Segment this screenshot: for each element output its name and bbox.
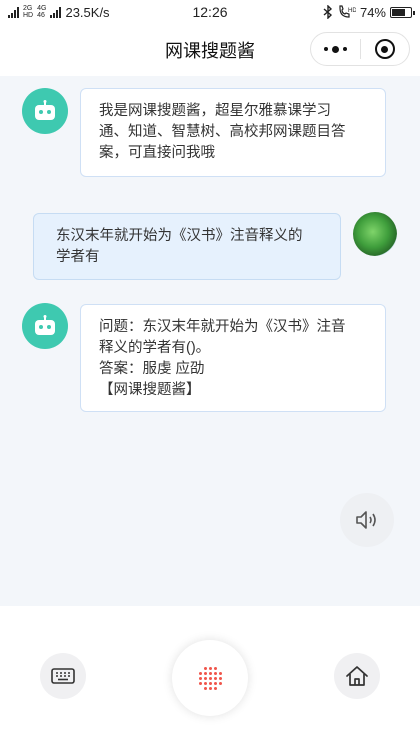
- battery-icon: [390, 6, 415, 18]
- keyboard-button[interactable]: [40, 653, 86, 699]
- robot-icon: [35, 315, 55, 335]
- bluetooth-icon: [323, 5, 332, 19]
- user-message-bubble: 东汉末年就开始为《汉书》注音释义的 学者有: [33, 213, 341, 280]
- target-circle-icon: [374, 39, 395, 59]
- bot-answer-bubble: 问题：东汉末年就开始为《汉书》注音 释义的学者有()。 答案：服虔 应劭 【网课…: [80, 304, 386, 412]
- more-dots-icon: [323, 45, 347, 53]
- page-title: 网课搜题酱: [165, 41, 255, 61]
- status-left: 2G HD 4G 46 23.5K/s: [8, 5, 110, 20]
- keyboard-icon: [51, 668, 75, 684]
- signal-strength-icon-2: [50, 6, 62, 18]
- network-speed: 23.5K/s: [65, 4, 110, 20]
- user-avatar: [353, 212, 397, 256]
- status-bar: 2G HD 4G 46 23.5K/s 12:26 HD 74%: [0, 0, 420, 24]
- speaker-button[interactable]: [340, 493, 394, 547]
- bot-avatar: [22, 88, 68, 134]
- speaker-icon: [356, 511, 376, 529]
- hd-call-icon: HD: [339, 5, 356, 18]
- battery-percent: 74%: [359, 4, 386, 20]
- status-right: HD 74%: [322, 4, 415, 20]
- bot-message-text: 我是网课搜题酱，超星尔雅慕课学习 通、知道、智慧树、高校邦网课题目答 案，可直接…: [99, 103, 346, 161]
- mini-program-capsule: [310, 32, 410, 66]
- voice-dots-icon: [198, 666, 222, 690]
- network-type: 2G HD: [23, 5, 34, 19]
- close-mini-program-button[interactable]: [361, 33, 410, 65]
- robot-icon: [35, 100, 55, 120]
- bottom-toolbar: [0, 606, 420, 747]
- bot-avatar: [22, 303, 68, 349]
- svg-text:HD: HD: [348, 8, 356, 14]
- home-icon: [346, 666, 368, 686]
- user-message-text: 东汉末年就开始为《汉书》注音释义的 学者有: [56, 228, 303, 265]
- bot-answer-text: 问题：东汉末年就开始为《汉书》注音 释义的学者有()。 答案：服虔 应劭 【网课…: [99, 319, 346, 398]
- more-button[interactable]: [311, 33, 360, 65]
- chat-area[interactable]: 我是网课搜题酱，超星尔雅慕课学习 通、知道、智慧树、高校邦网课题目答 案，可直接…: [0, 76, 420, 606]
- nav-bar: 网课搜题酱: [0, 24, 420, 76]
- bot-message-bubble: 我是网课搜题酱，超星尔雅慕课学习 通、知道、智慧树、高校邦网课题目答 案，可直接…: [80, 88, 386, 177]
- home-button[interactable]: [334, 653, 380, 699]
- network-type-2: 4G 46: [37, 5, 47, 19]
- voice-input-button[interactable]: [172, 640, 248, 716]
- signal-strength-icon: [8, 6, 19, 18]
- status-time: 12:26: [192, 4, 228, 20]
